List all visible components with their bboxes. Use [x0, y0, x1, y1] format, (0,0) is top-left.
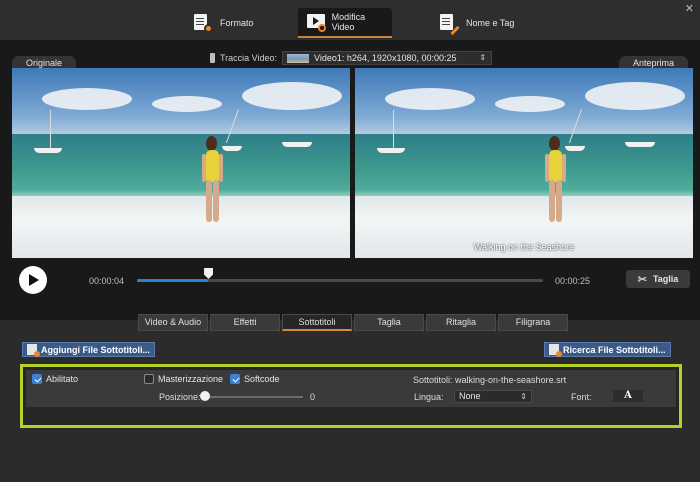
enabled-checkbox[interactable]: Abilitato — [32, 374, 78, 384]
tab-taglia[interactable]: Taglia — [354, 314, 424, 331]
language-value: None — [459, 391, 481, 401]
tab-video-audio[interactable]: Video & Audio — [138, 314, 208, 331]
tab-ritaglia[interactable]: Ritaglia — [426, 314, 496, 331]
preview-video: Walking on the Seashore — [355, 68, 693, 258]
video-track-value: Video1: h264, 1920x1080, 00:00:25 — [314, 53, 457, 63]
cut-button[interactable]: ✂ Taglia — [626, 270, 690, 288]
original-video — [12, 68, 350, 258]
tab-modifica-video-label: Modifica Video — [331, 12, 366, 32]
seek-handle[interactable] — [204, 268, 214, 279]
document-pencil-icon — [438, 13, 460, 36]
position-label: Posizione: — [159, 392, 201, 402]
softcode-checkbox[interactable]: Softcode — [230, 374, 280, 384]
person-figure — [198, 136, 228, 246]
add-file-icon — [27, 344, 40, 357]
tab-nome-e-tag-label: Nome e Tag — [466, 18, 515, 28]
font-button[interactable]: A — [613, 390, 643, 402]
checkbox-checked-icon — [32, 374, 42, 384]
video-thumbnail — [287, 53, 310, 63]
film-icon — [210, 53, 215, 63]
top-navigation: ✕ Formato Modifica Video Nome e Tag — [0, 0, 700, 40]
search-subtitle-label: Ricerca File Sottotitoli... — [563, 344, 666, 355]
search-subtitle-button[interactable]: Ricerca File Sottotitoli... — [544, 342, 671, 357]
video-track-select[interactable]: Video1: h264, 1920x1080, 00:00:25 ⇕ — [282, 51, 493, 65]
burn-checkbox[interactable]: Masterizzazione — [144, 374, 223, 384]
preview-area: Originale Anteprima Traccia Video: Video… — [0, 40, 700, 320]
tab-modifica-video[interactable]: Modifica Video — [298, 8, 392, 38]
enabled-label: Abilitato — [46, 374, 79, 384]
tab-sottotitoli[interactable]: Sottotitoli — [282, 314, 352, 331]
document-gear-icon — [192, 13, 214, 33]
play-button[interactable] — [19, 266, 47, 294]
position-value: 0 — [310, 392, 316, 402]
language-select[interactable]: None ⇕ — [454, 390, 532, 403]
seek-bar[interactable] — [137, 268, 543, 282]
position-slider[interactable] — [205, 396, 303, 398]
softcode-label: Softcode — [244, 374, 280, 384]
updown-arrows-icon: ⇕ — [479, 53, 487, 62]
subtitle-caption: Walking on the Seashore — [473, 242, 575, 252]
video-track-row: Traccia Video: Video1: h264, 1920x1080, … — [210, 51, 493, 65]
tab-nome-e-tag[interactable]: Nome e Tag — [430, 8, 522, 38]
position-slider-handle[interactable] — [200, 391, 210, 401]
video-track-label: Traccia Video: — [220, 53, 278, 63]
clapper-scissors-icon — [306, 12, 326, 32]
updown-arrows-icon: ⇕ — [520, 392, 527, 401]
checkbox-checked-icon — [230, 374, 240, 384]
add-subtitle-button[interactable]: Aggiungi File Sottotitoli... — [22, 342, 155, 357]
tab-formato[interactable]: Formato — [184, 8, 262, 38]
person-figure — [541, 136, 571, 246]
scissors-icon: ✂ — [637, 273, 647, 286]
burn-label: Masterizzazione — [158, 374, 224, 384]
edit-panel: Video & Audio Effetti Sottotitoli Taglia… — [0, 314, 700, 482]
font-label: Font: — [571, 392, 592, 402]
close-icon[interactable]: ✕ — [685, 2, 694, 15]
subtitle-file-text: Sottotitoli: walking-on-the-seashore.srt — [413, 375, 567, 385]
language-label: Lingua: — [414, 392, 444, 402]
cut-button-label: Taglia — [652, 274, 679, 284]
seek-progress — [137, 279, 209, 282]
current-time: 00:00:04 — [89, 276, 125, 286]
checkbox-unchecked-icon — [144, 374, 154, 384]
add-subtitle-label: Aggiungi File Sottotitoli... — [41, 344, 150, 355]
edit-tabs: Video & Audio Effetti Sottotitoli Taglia… — [138, 314, 568, 331]
tab-filigrana[interactable]: Filigrana — [498, 314, 568, 331]
search-file-icon — [549, 344, 562, 357]
subtitle-options: Abilitato Masterizzazione Softcode Sotto… — [20, 364, 682, 428]
total-time: 00:00:25 — [555, 276, 591, 286]
tab-formato-label: Formato — [220, 18, 254, 28]
tab-effetti[interactable]: Effetti — [210, 314, 280, 331]
